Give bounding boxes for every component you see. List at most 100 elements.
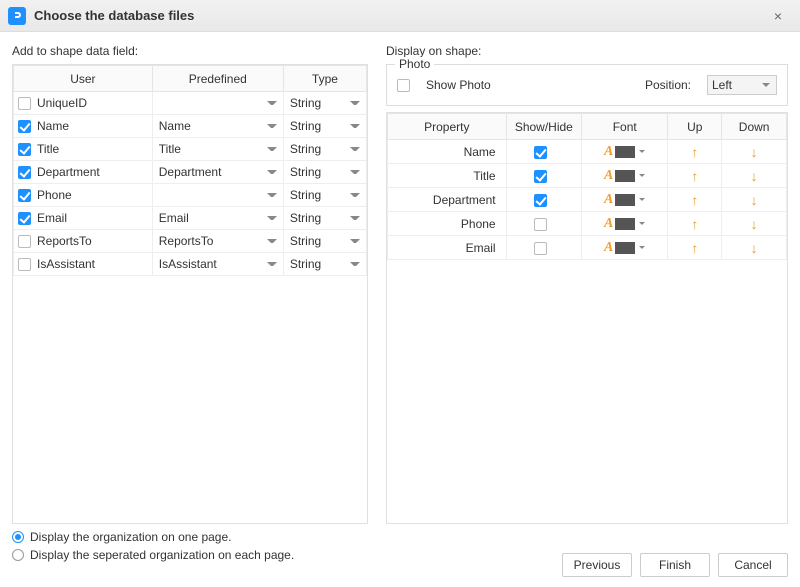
show-hide-checkbox[interactable] [534, 242, 547, 255]
cancel-button[interactable]: Cancel [718, 553, 788, 577]
radio-one-page[interactable] [12, 531, 24, 543]
property-cell: Phone [388, 212, 507, 236]
user-field: ReportsTo [37, 234, 92, 248]
right-section-label: Display on shape: [386, 44, 788, 58]
type-select[interactable]: String [288, 230, 362, 252]
chevron-down-icon [350, 124, 360, 128]
predefined-select[interactable]: Email [157, 207, 279, 229]
font-picker[interactable]: A [604, 192, 645, 208]
position-value: Left [712, 78, 732, 92]
type-select[interactable]: String [288, 207, 362, 229]
chevron-down-icon [267, 262, 277, 266]
chevron-down-icon [267, 239, 277, 243]
type-select[interactable]: String [288, 184, 362, 206]
show-hide-checkbox[interactable] [534, 194, 547, 207]
close-icon[interactable]: × [764, 8, 792, 24]
col-user: User [14, 66, 153, 92]
right-panel: Property Show/Hide Font Up Down NameA↑↓T… [386, 112, 788, 524]
predefined-select[interactable]: Department [157, 161, 279, 183]
predefined-select[interactable]: ReportsTo [157, 230, 279, 252]
user-field: Title [37, 142, 59, 156]
table-row: UniqueIDString [14, 92, 367, 115]
chevron-down-icon [639, 150, 645, 153]
table-row: DepartmentDepartmentString [14, 161, 367, 184]
move-up-icon[interactable]: ↑ [691, 144, 698, 160]
font-icon: A [604, 192, 613, 208]
col-font: Font [582, 114, 668, 140]
move-down-icon[interactable]: ↓ [751, 216, 758, 232]
type-value: String [288, 119, 321, 133]
field-checkbox[interactable] [18, 189, 31, 202]
col-down: Down [722, 114, 787, 140]
type-select[interactable]: String [288, 253, 362, 275]
previous-button[interactable]: Previous [562, 553, 632, 577]
field-checkbox[interactable] [18, 120, 31, 133]
footer-buttons: Previous Finish Cancel [562, 553, 788, 577]
chevron-down-icon [639, 174, 645, 177]
font-picker[interactable]: A [604, 144, 645, 160]
predefined-value: Name [157, 119, 191, 133]
user-field: IsAssistant [37, 257, 95, 271]
field-checkbox[interactable] [18, 166, 31, 179]
predefined-select[interactable] [157, 184, 279, 206]
type-value: String [288, 142, 321, 156]
predefined-select[interactable]: IsAssistant [157, 253, 279, 275]
move-up-icon[interactable]: ↑ [691, 168, 698, 184]
type-select[interactable]: String [288, 115, 362, 137]
table-row: DepartmentA↑↓ [388, 188, 787, 212]
move-down-icon[interactable]: ↓ [751, 192, 758, 208]
photo-fieldset: Photo Show Photo Position: Left [386, 64, 788, 106]
type-select[interactable]: String [288, 138, 362, 160]
chevron-down-icon [350, 262, 360, 266]
predefined-select[interactable] [157, 92, 279, 114]
display-table: Property Show/Hide Font Up Down NameA↑↓T… [387, 113, 787, 260]
move-down-icon[interactable]: ↓ [751, 144, 758, 160]
font-picker[interactable]: A [604, 240, 645, 256]
type-value: String [288, 211, 321, 225]
field-checkbox[interactable] [18, 97, 31, 110]
type-select[interactable]: String [288, 161, 362, 183]
font-picker[interactable]: A [604, 168, 645, 184]
font-picker[interactable]: A [604, 216, 645, 232]
predefined-value: Email [157, 211, 189, 225]
property-cell: Title [388, 164, 507, 188]
predefined-value: Title [157, 142, 181, 156]
field-checkbox[interactable] [18, 258, 31, 271]
field-checkbox[interactable] [18, 235, 31, 248]
show-hide-checkbox[interactable] [534, 170, 547, 183]
table-row: NameNameString [14, 115, 367, 138]
color-swatch [615, 194, 635, 206]
photo-legend: Photo [395, 57, 434, 71]
predefined-value: Department [157, 165, 222, 179]
show-hide-checkbox[interactable] [534, 146, 547, 159]
col-up: Up [668, 114, 722, 140]
move-up-icon[interactable]: ↑ [691, 240, 698, 256]
position-label: Position: [645, 78, 691, 92]
predefined-select[interactable]: Name [157, 115, 279, 137]
user-field: Email [37, 211, 67, 225]
show-photo-checkbox[interactable] [397, 79, 410, 92]
predefined-value: ReportsTo [157, 234, 214, 248]
field-checkbox[interactable] [18, 212, 31, 225]
color-swatch [615, 242, 635, 254]
type-value: String [288, 257, 321, 271]
col-property: Property [388, 114, 507, 140]
show-hide-checkbox[interactable] [534, 218, 547, 231]
type-select[interactable]: String [288, 92, 362, 114]
move-down-icon[interactable]: ↓ [751, 240, 758, 256]
chevron-down-icon [267, 193, 277, 197]
finish-button[interactable]: Finish [640, 553, 710, 577]
predefined-select[interactable]: Title [157, 138, 279, 160]
font-icon: A [604, 216, 613, 232]
chevron-down-icon [350, 147, 360, 151]
chevron-down-icon [267, 216, 277, 220]
radio-separated[interactable] [12, 549, 24, 561]
position-select[interactable]: Left [707, 75, 777, 95]
chevron-down-icon [267, 170, 277, 174]
field-checkbox[interactable] [18, 143, 31, 156]
move-down-icon[interactable]: ↓ [751, 168, 758, 184]
user-field: Phone [37, 188, 72, 202]
table-row: Phone String [14, 184, 367, 207]
move-up-icon[interactable]: ↑ [691, 192, 698, 208]
move-up-icon[interactable]: ↑ [691, 216, 698, 232]
